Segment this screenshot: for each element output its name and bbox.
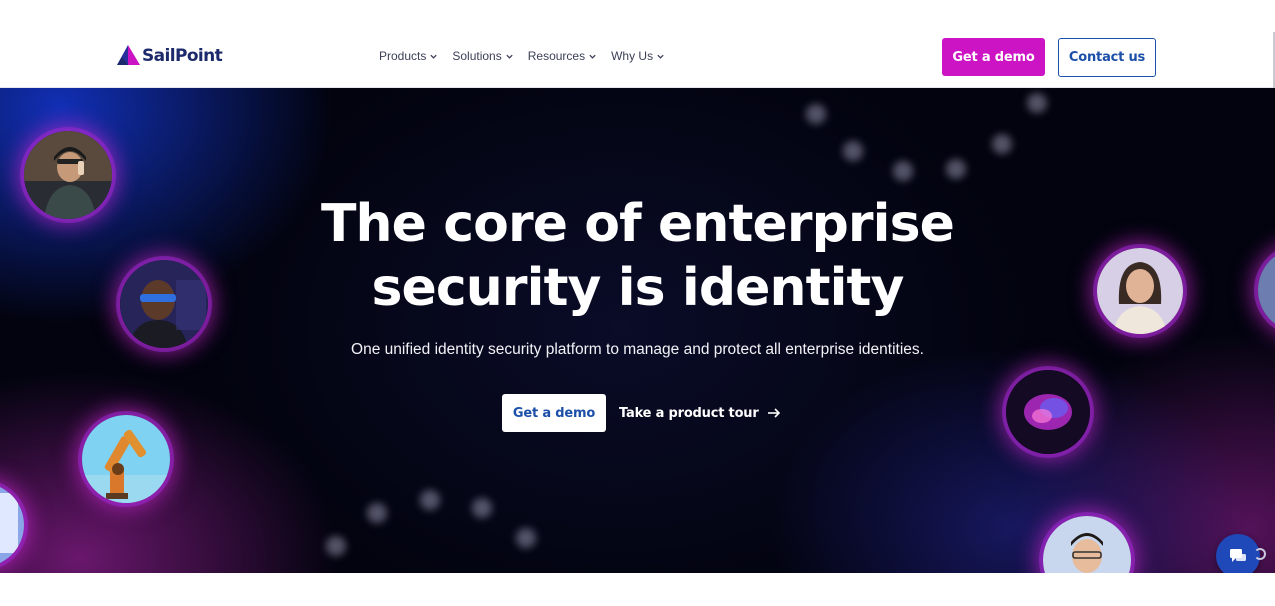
hero-section: The core of enterprise security is ident… xyxy=(0,88,1275,573)
partial-image-left xyxy=(0,483,24,567)
person-image-woman xyxy=(1097,248,1183,334)
decorative-dot xyxy=(1027,93,1047,113)
person-image-man-bottom xyxy=(1043,516,1131,573)
decorative-dot xyxy=(946,159,966,179)
page-bottom-area xyxy=(0,573,1275,606)
product-tour-link[interactable]: Take a product tour xyxy=(619,402,781,424)
decorative-dot xyxy=(326,536,346,556)
nav-item-label: Resources xyxy=(527,49,586,63)
hero-subtitle: One unified identity security platform t… xyxy=(351,341,924,358)
get-demo-button[interactable]: Get a demo xyxy=(942,38,1045,76)
contact-us-button[interactable]: Contact us xyxy=(1058,38,1156,77)
chat-icon xyxy=(1230,549,1246,562)
sailpoint-logo-icon xyxy=(117,45,140,65)
person-image-glasses xyxy=(120,260,208,348)
abstract-glow-image xyxy=(1006,370,1090,454)
hero-title-line: The core of enterprise xyxy=(320,194,955,254)
loading-ring-icon xyxy=(1254,548,1266,560)
robot-arm-image xyxy=(82,415,170,503)
nav-item-why-us[interactable]: Why Us xyxy=(611,49,665,63)
chevron-down-icon xyxy=(430,54,438,59)
hero-title-line: security is identity xyxy=(371,258,904,318)
nav-item-solutions[interactable]: Solutions xyxy=(452,49,513,63)
decorative-dot xyxy=(992,134,1012,154)
nav-item-label: Why Us xyxy=(611,49,654,63)
decorative-dot xyxy=(806,104,826,124)
person-image-phone xyxy=(24,131,112,219)
nav-item-label: Solutions xyxy=(452,49,502,63)
nav-item-resources[interactable]: Resources xyxy=(528,49,597,63)
site-header: SailPoint Products Solutions Resources W… xyxy=(0,0,1275,88)
arrow-right-icon xyxy=(767,408,780,418)
decorative-dot xyxy=(472,498,492,518)
decorative-dot xyxy=(893,161,913,181)
chevron-down-icon xyxy=(589,54,596,59)
decorative-dot xyxy=(367,503,387,523)
hero-get-demo-button[interactable]: Get a demo xyxy=(502,394,606,432)
logo-text: SailPoint xyxy=(142,46,223,66)
product-tour-label: Take a product tour xyxy=(619,405,759,421)
nav-item-products[interactable]: Products xyxy=(379,49,438,63)
decorative-dot xyxy=(843,141,863,161)
hero-title: The core of enterprise security is ident… xyxy=(300,192,975,320)
partial-image-right xyxy=(1258,248,1275,332)
sailpoint-logo[interactable]: SailPoint xyxy=(116,44,223,68)
nav-item-label: Products xyxy=(379,49,427,63)
chevron-down-icon xyxy=(506,54,513,59)
decorative-dot xyxy=(516,528,536,548)
decorative-dot xyxy=(420,490,440,510)
chevron-down-icon xyxy=(657,54,664,59)
main-nav: Products Solutions Resources Why Us xyxy=(379,49,665,63)
